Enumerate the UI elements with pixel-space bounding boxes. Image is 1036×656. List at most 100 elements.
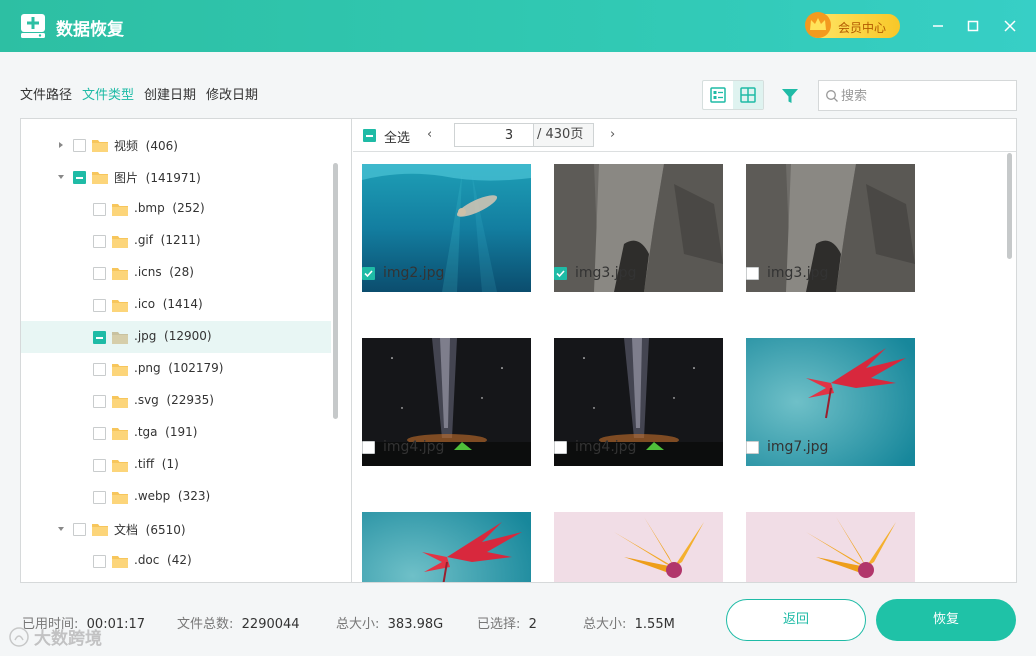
thumbnail-filename: img3.jpg xyxy=(575,265,637,281)
select-all-label[interactable]: 全选 xyxy=(384,127,410,146)
vip-center-label: 会员中心 xyxy=(838,21,887,35)
thumbnail-filename: img4.jpg xyxy=(575,439,637,455)
folder-icon xyxy=(112,236,128,248)
tab-file-type[interactable]: 文件类型 xyxy=(82,84,134,104)
search-icon xyxy=(826,90,838,102)
view-toggle xyxy=(702,80,764,110)
tree-checkbox[interactable] xyxy=(73,139,86,152)
red-flower-teal-image xyxy=(362,512,531,582)
thumbnail-flower[interactable] xyxy=(362,512,531,582)
tree-scrollbar[interactable] xyxy=(333,163,338,419)
caret-down-icon[interactable] xyxy=(57,525,65,533)
file-type-tree: 视频 (406) 图片 (141971) .bmp (252) .gif (12… xyxy=(21,119,352,582)
checkbox[interactable] xyxy=(362,441,375,454)
tree-checkbox[interactable] xyxy=(93,331,106,344)
tree-item-label: 文档 (6510) xyxy=(114,523,186,537)
tree-item-documents[interactable]: 文档 (6510) xyxy=(21,513,331,545)
grid-view-button[interactable] xyxy=(733,81,763,109)
tree-checkbox[interactable] xyxy=(73,171,86,184)
tree-checkbox[interactable] xyxy=(93,235,106,248)
tree-item-video[interactable]: 视频 (406) xyxy=(21,129,331,161)
tree-item-doc[interactable]: .doc (42) xyxy=(21,545,331,577)
folder-icon xyxy=(92,524,108,536)
prev-page-button[interactable]: ‹ xyxy=(427,127,432,142)
folder-icon xyxy=(112,364,128,376)
list-view-icon xyxy=(710,87,726,103)
minimize-icon[interactable] xyxy=(928,16,948,36)
thumbnail-checkbox[interactable] xyxy=(362,267,375,280)
tree-item-label: .tiff (1) xyxy=(134,457,179,471)
tree-checkbox[interactable] xyxy=(93,491,106,504)
tree-item-png[interactable]: .png (102179) xyxy=(21,353,331,385)
tree-item-tga[interactable]: .tga (191) xyxy=(21,417,331,449)
checkbox[interactable] xyxy=(746,267,759,280)
tree-item-tiff[interactable]: .tiff (1) xyxy=(21,449,331,481)
checkbox-checked[interactable] xyxy=(362,267,375,280)
checkbox[interactable] xyxy=(746,441,759,454)
checkbox-checked[interactable] xyxy=(554,267,567,280)
folder-icon xyxy=(112,556,128,568)
thumbnail-checkbox[interactable] xyxy=(746,267,759,280)
thumbnail-checkbox[interactable] xyxy=(554,267,567,280)
tree-checkbox[interactable] xyxy=(73,523,86,536)
folder-icon xyxy=(112,300,128,312)
tree-item-label: .ico (1414) xyxy=(134,297,203,311)
tree-item-jpg[interactable]: .jpg (12900) xyxy=(21,321,331,353)
filter-icon[interactable] xyxy=(780,86,800,106)
thumbnail-orange-flower[interactable] xyxy=(746,512,915,582)
caret-right-icon[interactable] xyxy=(57,141,65,149)
thumbnail-checkbox[interactable] xyxy=(746,441,759,454)
next-page-button[interactable]: › xyxy=(610,127,615,142)
list-view-button[interactable] xyxy=(703,81,733,109)
tree-checkbox[interactable] xyxy=(93,267,106,280)
tree-item-gif[interactable]: .gif (1211) xyxy=(21,225,331,257)
file-grid: 全选 ‹ / 430页 › img2.jpg xyxy=(353,119,1016,582)
checkbox[interactable] xyxy=(554,441,567,454)
watermark-logo-icon xyxy=(9,627,29,647)
check-icon xyxy=(556,270,565,278)
close-icon[interactable] xyxy=(1000,16,1020,36)
page-number-input[interactable] xyxy=(454,123,534,147)
tree-checkbox[interactable] xyxy=(93,363,106,376)
tree-item-ico[interactable]: .ico (1414) xyxy=(21,289,331,321)
tab-created-date[interactable]: 创建日期 xyxy=(144,84,196,104)
tree-checkbox[interactable] xyxy=(93,459,106,472)
tree-item-label: .jpg (12900) xyxy=(134,329,212,343)
grid-scrollbar[interactable] xyxy=(1007,153,1012,259)
page-total: / 430页 xyxy=(534,123,594,147)
check-icon xyxy=(364,270,373,278)
orange-flower-pink-image xyxy=(746,512,915,582)
tree-item-label: .webp (323) xyxy=(134,489,211,503)
orange-flower-pink-image xyxy=(554,512,723,582)
search-input[interactable] xyxy=(841,86,1011,106)
thumbnail-checkbox[interactable] xyxy=(362,441,375,454)
filter-tabs: 文件路径 文件类型 创建日期 修改日期 xyxy=(20,84,258,104)
tree-item-images[interactable]: 图片 (141971) xyxy=(21,161,331,193)
caret-down-icon[interactable] xyxy=(57,173,65,181)
tree-item-label: .bmp (252) xyxy=(134,201,205,215)
maximize-icon[interactable] xyxy=(963,16,983,36)
tree-item-svg[interactable]: .svg (22935) xyxy=(21,385,331,417)
folder-icon xyxy=(112,396,128,408)
tree-checkbox[interactable] xyxy=(93,555,106,568)
grid-view-icon xyxy=(740,87,756,103)
tree-checkbox[interactable] xyxy=(93,427,106,440)
tab-modified-date[interactable]: 修改日期 xyxy=(206,84,258,104)
back-button[interactable]: 返回 xyxy=(726,599,866,641)
tree-item-label: .icns (28) xyxy=(134,265,194,279)
vip-center-button[interactable]: 会员中心 xyxy=(805,12,900,38)
tree-item-webp[interactable]: .webp (323) xyxy=(21,481,331,513)
select-all-checkbox[interactable] xyxy=(363,129,376,142)
thumbnail-orange-flower[interactable] xyxy=(554,512,723,582)
tree-checkbox[interactable] xyxy=(93,299,106,312)
tree-item-icns[interactable]: .icns (28) xyxy=(21,257,331,289)
tree-checkbox[interactable] xyxy=(93,395,106,408)
tab-file-path[interactable]: 文件路径 xyxy=(20,84,72,104)
tree-checkbox[interactable] xyxy=(93,203,106,216)
folder-icon xyxy=(112,428,128,440)
total-size: 总大小: 383.98G xyxy=(336,617,444,632)
tree-item-bmp[interactable]: .bmp (252) xyxy=(21,193,331,225)
recover-button[interactable]: 恢复 xyxy=(876,599,1016,641)
selected-count: 已选择: 2 xyxy=(477,617,537,632)
thumbnail-checkbox[interactable] xyxy=(554,441,567,454)
